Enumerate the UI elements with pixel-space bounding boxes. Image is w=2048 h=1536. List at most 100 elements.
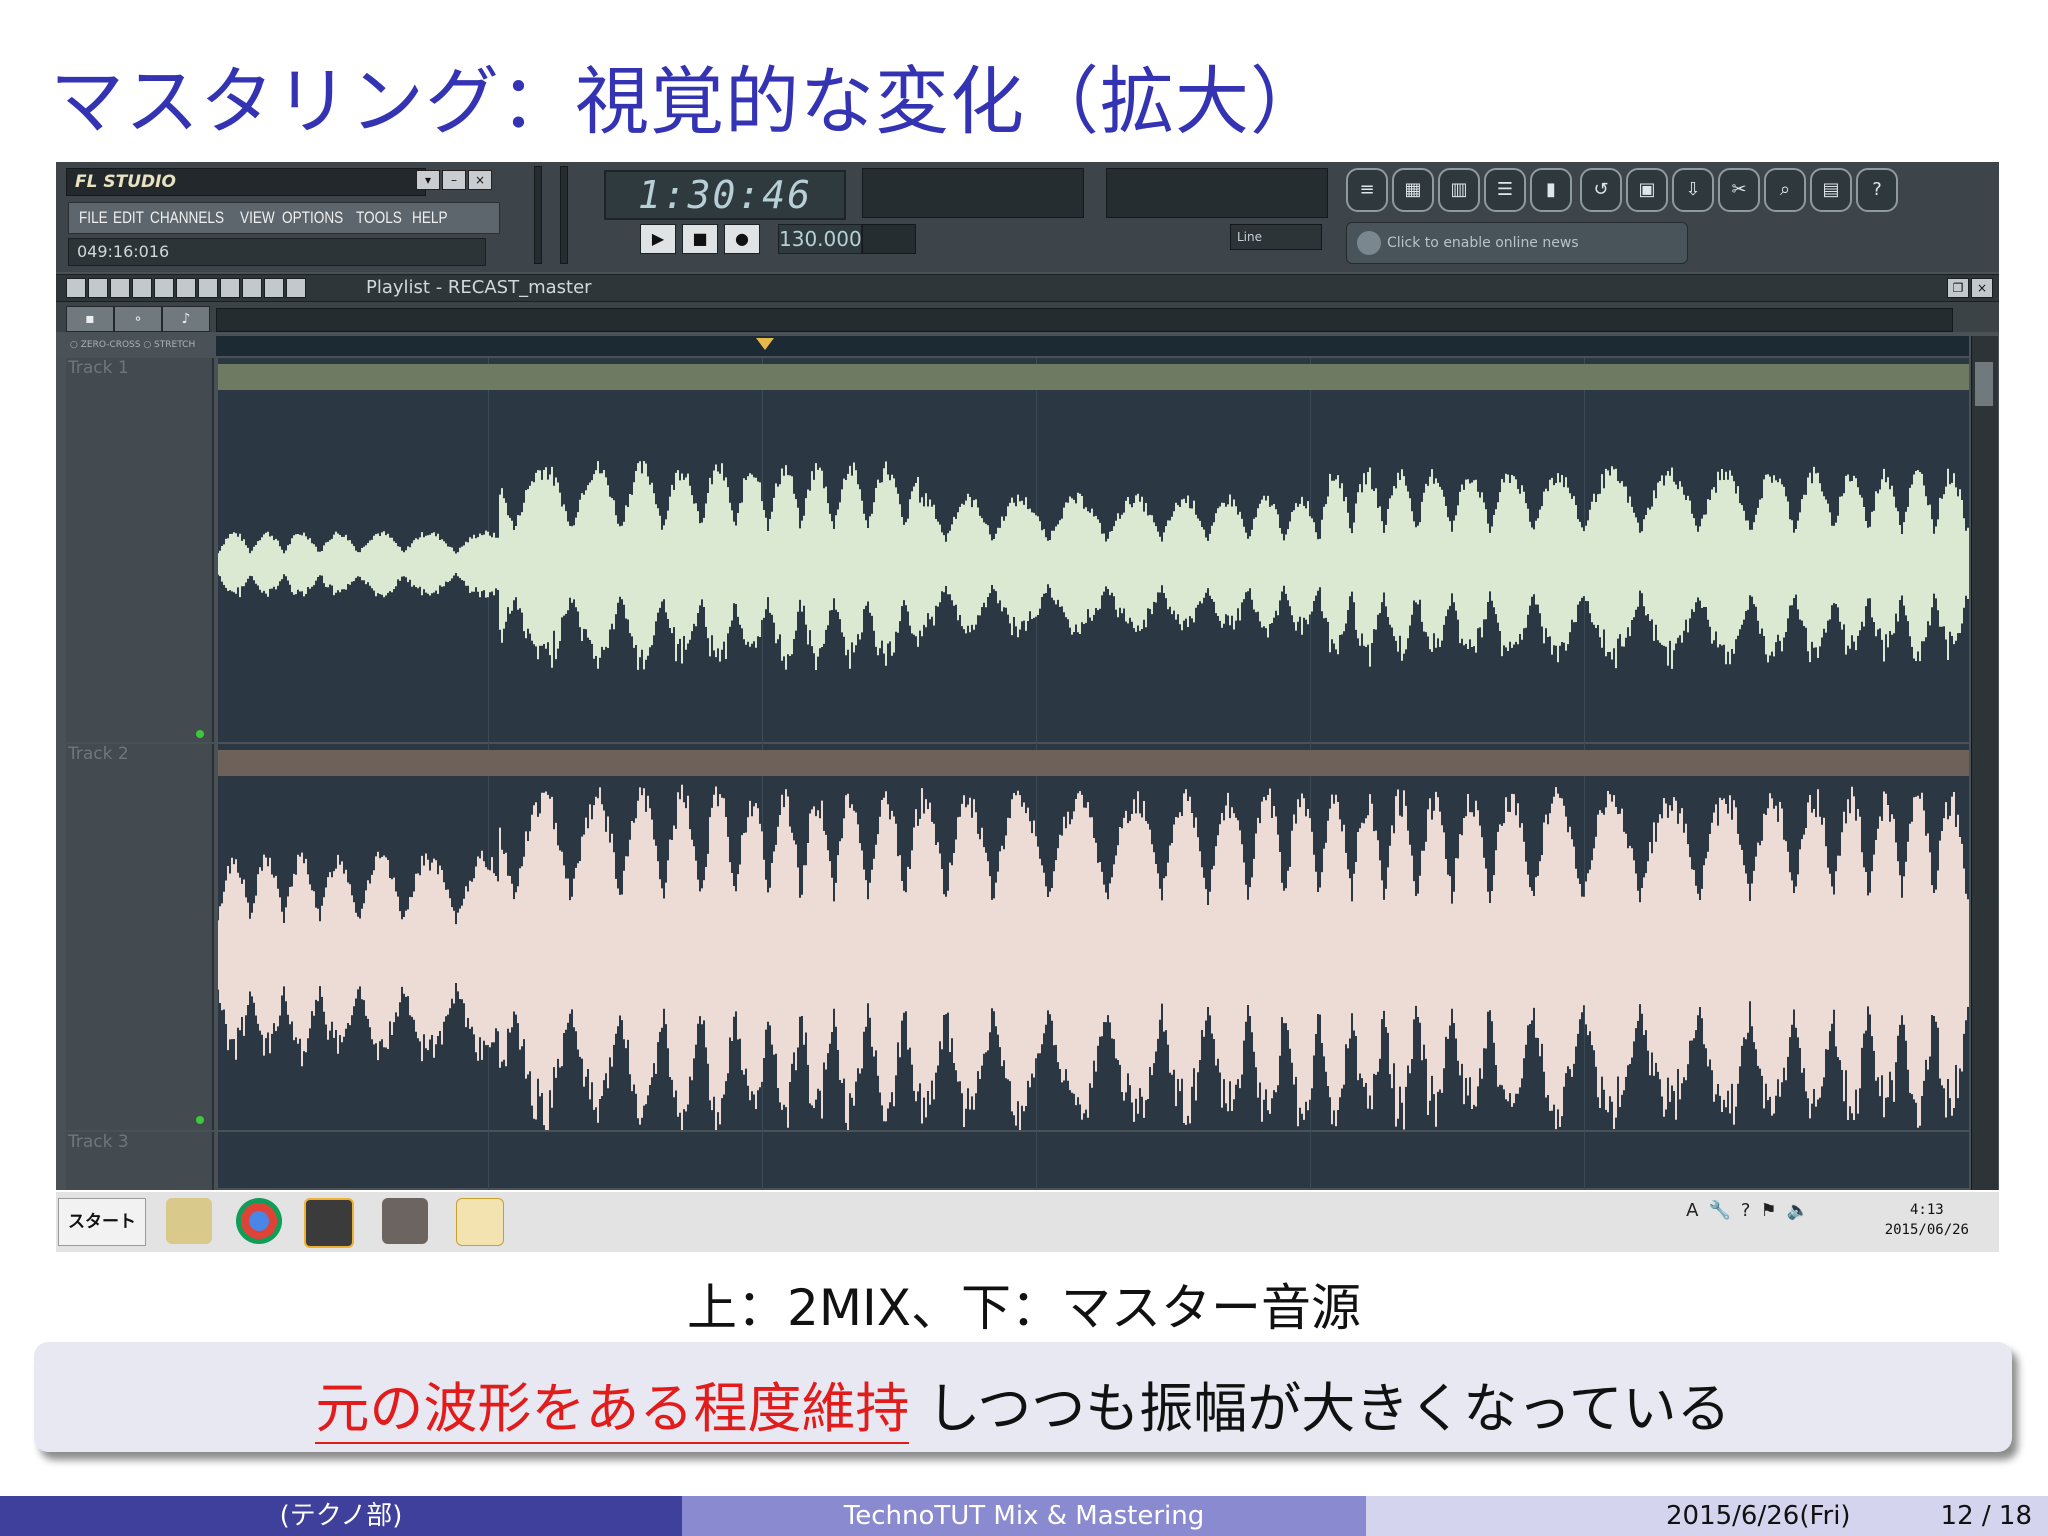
start-button[interactable]: スタート [58,1198,146,1246]
chrome-icon[interactable] [236,1198,282,1244]
summary-block: 元の波形をある程度維持 しつつも振幅が大きくなっている [34,1342,2012,1452]
save-icon[interactable]: ▣ [1626,168,1668,212]
menu-arrow-icon[interactable]: ▾ [416,170,440,190]
browser-icon[interactable]: ☰ [1484,168,1526,212]
piano-roll-icon[interactable]: ▥ [1438,168,1480,212]
undo-icon[interactable]: ↺ [1580,168,1622,212]
footer-right: 2015/6/26(Fri) 12 / 18 [1366,1496,2048,1536]
volume-icon[interactable]: 🔈 [1787,1200,1809,1221]
tool-menu-icon[interactable] [66,278,86,298]
slide-title: マスタリング：視覚的な変化（拡大） [50,59,1325,145]
menu-options[interactable]: OPTIONS [282,208,343,228]
menu-tools[interactable]: TOOLS [356,208,402,228]
tab-automation[interactable]: ♪ [162,306,210,332]
option-zero-cross[interactable]: ZERO-CROSS [81,340,141,350]
clip-header-master[interactable] [218,750,1969,776]
tool-playback-icon[interactable] [286,278,306,298]
snap-selector[interactable]: Line [1230,224,1322,250]
tools-icon[interactable]: 🔧 [1708,1200,1730,1221]
minimize-icon[interactable]: – [442,170,466,190]
time-display: 1:30:46 [604,170,846,220]
footer-author: (テクノ部) [0,1496,682,1536]
restore-icon[interactable]: ❐ [1947,278,1969,298]
slide-footer: (テクノ部) TechnoTUT Mix & Mastering 2015/6/… [0,1496,2048,1536]
master-volume-slider[interactable] [534,166,542,264]
taskbar-clock[interactable]: 4:13 2015/06/26 [1885,1200,1969,1240]
track-led-1[interactable] [196,730,204,738]
menu-channels[interactable]: CHANNELS [150,208,224,228]
window-shortcuts: ≡ ▦ ▥ ☰ ▮ [1346,168,1572,212]
track-label: Track 2 [68,744,129,764]
tempo-display[interactable]: 130.000 [778,224,862,254]
record-icon[interactable]: ● [724,224,760,254]
footer-page: 12 / 18 [1940,1501,2032,1531]
master-pitch-slider[interactable] [560,166,568,264]
menu-edit[interactable]: EDIT [113,208,144,228]
track-lane-3[interactable] [218,1132,1969,1188]
menu-file[interactable]: FILE [79,208,108,228]
tool-zoom-icon[interactable] [264,278,284,298]
tab-pattern[interactable]: ▪ [66,306,114,332]
track-label: Track 1 [68,358,129,378]
close-icon[interactable]: × [468,170,492,190]
stop-icon[interactable]: ■ [682,224,718,254]
scroll-thumb[interactable] [1975,362,1993,406]
summary-highlight: 元の波形をある程度維持 [315,1377,910,1444]
summary-text: 元の波形をある程度維持 しつつも振幅が大きくなっている [34,1364,2012,1444]
notes-icon[interactable]: ▤ [1810,168,1852,212]
windows-taskbar: スタート A 🔧 ? ⚑ 🔈 4:13 2015/06/26 [56,1190,1999,1252]
footer-date: 2015/6/26(Fri) [1666,1501,1851,1531]
explorer-icon[interactable] [166,1198,212,1244]
timeline-ruler[interactable] [216,336,1969,356]
fl-studio-taskbar-icon[interactable] [304,1198,354,1248]
playlist-tools [66,278,306,298]
help-icon[interactable]: ? [1856,168,1898,212]
song-marker-icon[interactable] [756,338,774,350]
cpu-panel [1106,168,1328,218]
export-icon[interactable]: ⇩ [1672,168,1714,212]
transport-controls: ▶ ■ ● [640,224,760,254]
play-icon[interactable]: ▶ [640,224,676,254]
zoom-icon[interactable]: ⌕ [1764,168,1806,212]
tab-audio[interactable]: ∘ [114,306,162,332]
clip-header-2mix[interactable] [218,364,1969,390]
clock-date: 2015/06/26 [1884,1222,1969,1238]
option-stretch[interactable]: STRETCH [154,340,195,350]
fl-toolbar: FL STUDIO ▾ – × FILE EDIT CHANNELS VIEW … [56,162,1999,272]
playlist-window-controls: ❐ × [1947,278,1993,298]
ime-icon[interactable]: A [1686,1200,1698,1221]
utility-shortcuts: ↺ ▣ ⇩ ✂ ⌕ ▤ ? [1580,168,1898,212]
menu-help[interactable]: HELP [412,208,448,228]
playlist-titlebar: Playlist - RECAST_master ❐ × [56,274,1999,302]
playlist-icon[interactable]: ≡ [1346,168,1388,212]
track-header-2[interactable]: Track 2 [66,744,214,1130]
help-tray-icon[interactable]: ? [1741,1200,1751,1221]
menu-view[interactable]: VIEW [240,208,275,228]
flag-icon[interactable]: ⚑ [1760,1200,1776,1221]
tool-delete-icon[interactable] [154,278,174,298]
mixer-icon[interactable]: ▮ [1530,168,1572,212]
clock-time: 4:13 [1909,1202,1944,1218]
horizontal-scrollbar[interactable] [216,308,1953,332]
tool-pencil-icon[interactable] [110,278,130,298]
online-news[interactable]: Click to enable online news [1346,222,1688,264]
media-icon[interactable] [382,1198,428,1244]
playlist-close-icon[interactable]: × [1971,278,1993,298]
track-label: Track 3 [68,1132,129,1152]
vertical-scrollbar[interactable] [1971,336,1998,1218]
tool-select-icon[interactable] [242,278,262,298]
step-sequencer-icon[interactable]: ▦ [1392,168,1434,212]
tool-brush-icon[interactable] [132,278,152,298]
tool-magnet-icon[interactable] [88,278,108,298]
tool-slip-icon[interactable] [198,278,218,298]
clip-options: ○ ZERO-CROSS ○ STRETCH [70,340,196,350]
song-position: 049:16:016 [68,238,486,266]
track-led-2[interactable] [196,1116,204,1124]
pattern-selector[interactable] [862,224,916,254]
track-header-1[interactable]: Track 1 [66,358,214,742]
cut-icon[interactable]: ✂ [1718,168,1760,212]
fl-logo: FL STUDIO [66,168,426,196]
tool-slice-icon[interactable] [220,278,240,298]
tool-mute-icon[interactable] [176,278,196,298]
image-editor-icon[interactable] [456,1198,504,1246]
